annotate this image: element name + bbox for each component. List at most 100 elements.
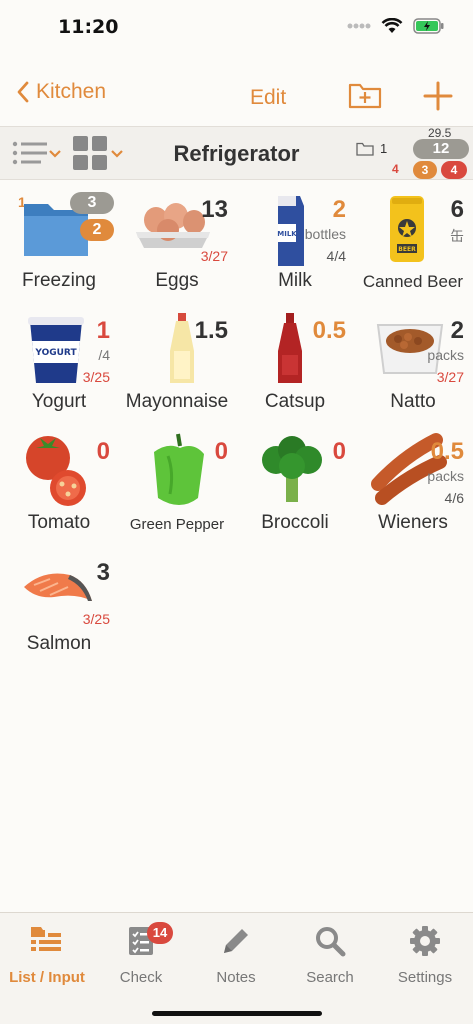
signal-icon: [347, 23, 371, 29]
item-broccoli[interactable]: 0 Broccoli: [236, 432, 354, 553]
status-bar: 11:20: [0, 0, 473, 56]
item-name: Wieners: [378, 512, 448, 533]
item-name: Yogurt: [31, 391, 87, 412]
item-milk[interactable]: MILK 2 bottles 4/4 Milk: [236, 190, 354, 311]
folder-count: 1: [356, 141, 387, 156]
tab-check[interactable]: 14 Check: [94, 922, 188, 986]
item-canned-beer[interactable]: BEER 6 缶 Canned Beer: [354, 190, 472, 311]
item-date: 3/25: [82, 611, 110, 627]
item-name: Green Pepper: [129, 516, 225, 533]
item-quantity: 2: [450, 317, 464, 344]
pencil-icon: [224, 929, 248, 953]
item-mayonnaise[interactable]: 1.5 Mayonnaise: [118, 311, 236, 432]
item-natto[interactable]: 2 packs 3/27 Natto: [354, 311, 472, 432]
item-name: Eggs: [155, 270, 199, 291]
item-unit: bottles: [304, 226, 346, 242]
status-time: 11:20: [58, 16, 119, 38]
tomato-icon: [26, 436, 86, 506]
item-name: Natto: [390, 391, 436, 412]
home-indicator: [152, 1011, 322, 1016]
broccoli-icon: [262, 436, 322, 502]
folder-freezing[interactable]: 1 3 2 Freezing: [0, 190, 118, 311]
total-items-badge: 12: [413, 139, 469, 159]
tab-settings[interactable]: Settings: [378, 923, 472, 986]
item-quantity: 1.5: [194, 317, 228, 344]
folder-warning-badge: 2: [80, 219, 114, 241]
nav-bar: Kitchen Edit: [0, 72, 473, 124]
item-name: Broccoli: [261, 512, 329, 533]
edit-button[interactable]: Edit: [250, 86, 286, 110]
item-date: 3/25: [82, 369, 110, 385]
item-quantity: 0.5: [430, 438, 464, 465]
svg-text:BEER: BEER: [398, 246, 416, 253]
item-quantity: 0: [96, 438, 110, 465]
item-quantity: 0: [332, 438, 346, 465]
beer-can-icon: BEER: [390, 196, 424, 262]
item-unit: /4: [98, 347, 110, 363]
item-date: 3/27: [200, 248, 228, 264]
tab-label: Check: [119, 969, 163, 986]
item-tomato[interactable]: 0 Tomato: [0, 432, 118, 553]
check-count-badge: 14: [147, 922, 173, 944]
search-icon: [316, 927, 346, 957]
battery-icon: [413, 18, 444, 34]
item-wieners[interactable]: 0.5 packs 4/6 Wieners: [354, 432, 472, 553]
item-name: Mayonnaise: [125, 391, 229, 412]
chevron-left-icon: [17, 81, 29, 103]
toolbar: Refrigerator 1: [0, 126, 473, 180]
item-count-ratio: 4/4: [326, 248, 346, 264]
item-quantity: 13: [201, 196, 228, 223]
status-icons: [347, 18, 445, 34]
item-unit: packs: [427, 468, 464, 484]
low-stock-badge: 3: [413, 161, 437, 179]
item-name: Milk: [278, 270, 312, 291]
page-title: Refrigerator: [173, 141, 300, 166]
gear-icon: [410, 926, 440, 956]
tab-label: List / Input: [9, 969, 85, 986]
item-quantity: 1: [96, 317, 110, 344]
item-unit: packs: [427, 347, 464, 363]
item-count-ratio: 4/6: [444, 490, 464, 506]
tab-label: Search: [306, 969, 354, 986]
item-unit: 缶: [450, 228, 464, 244]
svg-text:YOGURT: YOGURT: [34, 348, 77, 358]
folder-plus-icon: [348, 83, 382, 109]
item-yogurt[interactable]: YOGURT 1 /4 3/25 Yogurt: [0, 311, 118, 432]
item-name: Canned Beer: [362, 272, 464, 291]
folder-count-value: 1: [380, 141, 388, 156]
item-green-pepper[interactable]: 0 Green Pepper: [118, 432, 236, 553]
item-quantity: 6: [450, 196, 464, 223]
item-catsup[interactable]: 0.5 Catsup: [236, 311, 354, 432]
item-name: Catsup: [264, 391, 326, 412]
item-date: 3/27: [436, 369, 464, 385]
green-pepper-icon: [154, 433, 204, 505]
item-quantity: 0.5: [312, 317, 346, 344]
wifi-icon: [381, 18, 403, 33]
tab-search[interactable]: Search: [283, 923, 377, 986]
tab-label: Notes: [216, 969, 256, 986]
tab-label: Settings: [397, 969, 453, 986]
folder-outline-icon: [356, 142, 374, 156]
svg-text:MILK: MILK: [277, 230, 297, 238]
back-label: Kitchen: [36, 80, 107, 103]
folder-total-badge: 3: [70, 192, 114, 214]
item-name: Freezing: [22, 270, 96, 291]
list-input-icon: [31, 927, 61, 951]
item-salmon[interactable]: 3 3/25 Salmon: [0, 553, 118, 674]
tab-bar: List / Input 14 Check Notes Search Setti…: [0, 912, 473, 1024]
add-item-button[interactable]: [422, 80, 454, 117]
total-quantity: 29.5: [428, 126, 452, 140]
item-name: Salmon: [26, 633, 92, 654]
item-name: Tomato: [27, 512, 91, 533]
expired-count-text: 4: [392, 162, 399, 176]
item-quantity: 2: [332, 196, 346, 223]
item-quantity: 0: [214, 438, 228, 465]
back-button[interactable]: Kitchen: [16, 80, 106, 104]
tab-list-input[interactable]: List / Input: [0, 923, 94, 986]
plus-icon: [423, 81, 453, 111]
tab-notes[interactable]: Notes: [189, 923, 283, 986]
item-eggs[interactable]: 13 3/27 Eggs: [118, 190, 236, 311]
item-quantity: 3: [96, 559, 110, 586]
out-of-stock-badge: 4: [441, 161, 467, 179]
new-folder-button[interactable]: [348, 80, 382, 115]
